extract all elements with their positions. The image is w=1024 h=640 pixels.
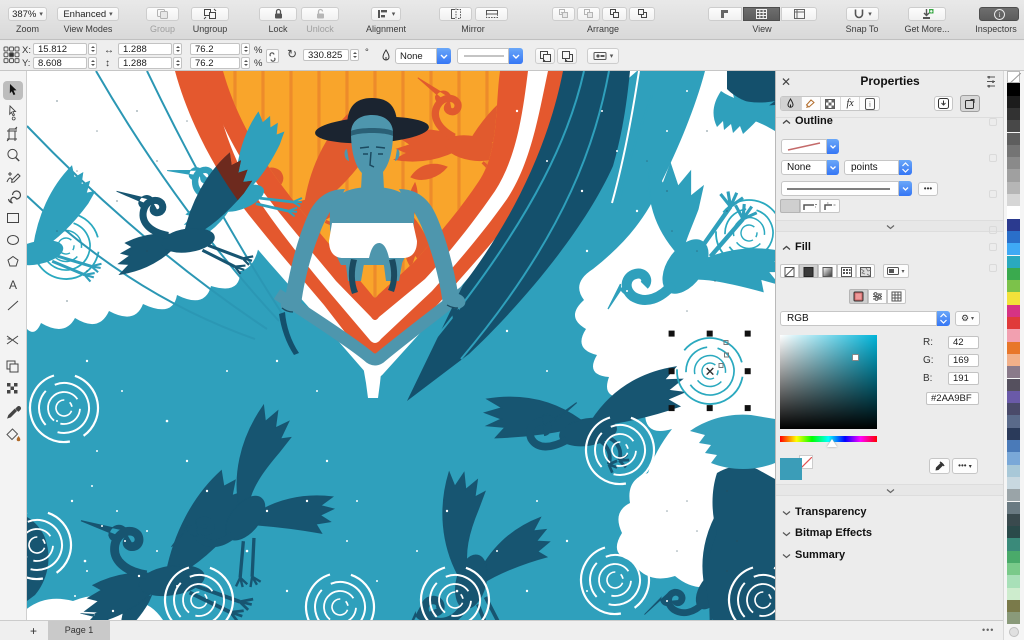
svg-text:A: A bbox=[9, 278, 17, 292]
svg-text:i: i bbox=[869, 100, 871, 108]
svg-text:i: i bbox=[998, 10, 1000, 19]
